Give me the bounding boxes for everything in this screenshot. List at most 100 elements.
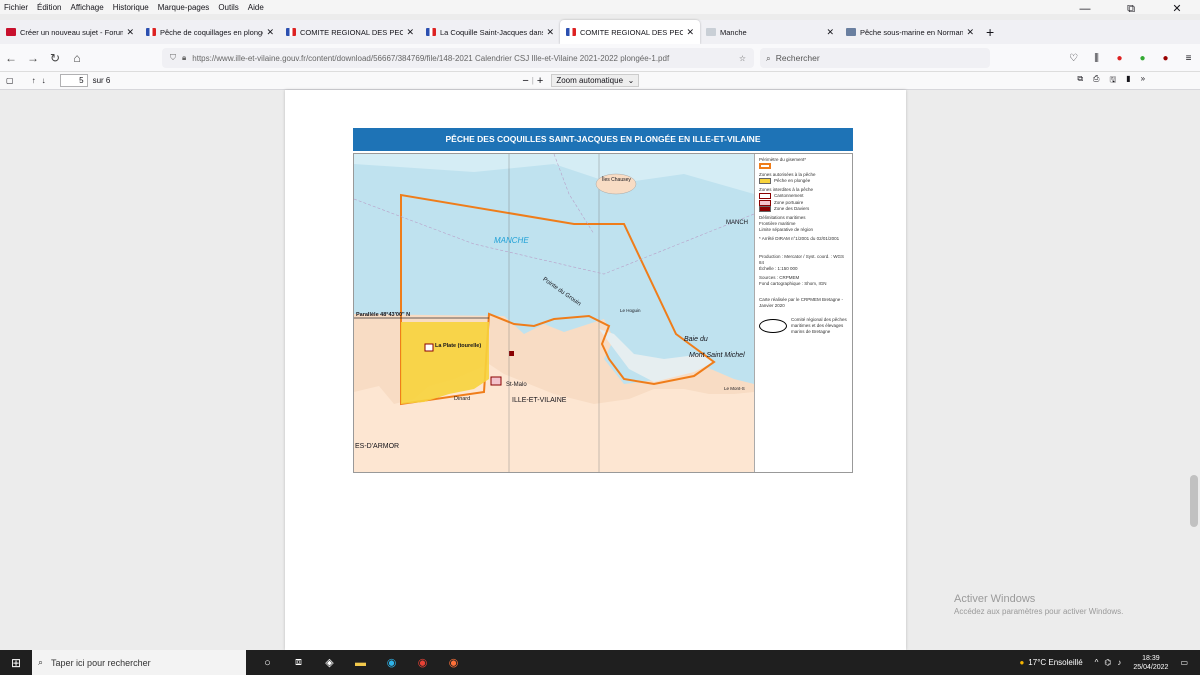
previous-page-icon[interactable]: ↑ <box>32 76 36 85</box>
minimize-button[interactable]: — <box>1062 0 1108 20</box>
presentation-icon[interactable]: ⧉ <box>1077 74 1083 88</box>
app-icon[interactable]: ◈ <box>314 656 345 669</box>
page-number-input[interactable]: 5 <box>59 74 88 87</box>
menu-affichage[interactable]: Affichage <box>70 3 103 12</box>
menu-fichier[interactable]: Fichier <box>4 3 28 12</box>
network-icon[interactable]: ⌬ <box>1104 658 1111 667</box>
reload-icon[interactable]: ↻ <box>44 51 66 65</box>
shield-icon[interactable]: ⛉ <box>170 53 176 63</box>
tab-label: Créer un nouveau sujet - Forum <box>20 27 124 37</box>
edge-icon[interactable]: ◉ <box>376 656 407 669</box>
sidebar-toggle-icon[interactable]: ▢ <box>6 76 14 85</box>
close-tab-icon[interactable]: ✕ <box>406 27 414 38</box>
tab-label: COMITE REGIONAL DES PECHES <box>580 27 684 37</box>
taskbar-search-input[interactable]: ⌕ Taper ici pour rechercher <box>32 650 246 675</box>
windows-start-icon[interactable]: ⊞ <box>0 656 32 670</box>
weather-icon[interactable]: ● <box>1019 658 1024 667</box>
tab-5-active[interactable]: COMITE REGIONAL DES PECHES✕ <box>560 20 700 44</box>
close-tab-icon[interactable]: ✕ <box>826 27 834 38</box>
page-total: sur 6 <box>92 76 111 85</box>
weather-text[interactable]: 17°C Ensoleillé <box>1028 658 1082 667</box>
legend-peche-plongee: Pêche en plongée <box>774 178 811 184</box>
task-view-icon[interactable]: ⧈ <box>283 656 314 669</box>
label-baie: Baie du <box>684 336 708 343</box>
forward-icon[interactable]: → <box>22 51 44 65</box>
tray-chevron-icon[interactable]: ^ <box>1095 658 1099 667</box>
tab-label: Pêche de coquillages en plongée <box>160 27 264 37</box>
legend-swatch-daviers <box>759 205 771 212</box>
zoom-in-icon[interactable]: + <box>537 75 543 87</box>
tab-1[interactable]: Créer un nouveau sujet - Forum ✕ <box>0 20 140 44</box>
legend-carte: Carte réalisée par le CRPMEM Bretagne - … <box>759 296 844 308</box>
back-icon[interactable]: ← <box>0 51 22 65</box>
pdf-page: PÊCHE DES COQUILLES SAINT-JACQUES EN PLO… <box>285 90 906 650</box>
menu-marque-pages[interactable]: Marque-pages <box>158 3 210 12</box>
print-icon[interactable]: ⎙ <box>1093 74 1099 88</box>
sea-chart-svg <box>354 154 754 472</box>
close-tab-icon[interactable]: ✕ <box>126 27 134 38</box>
menu-outils[interactable]: Outils <box>218 3 238 12</box>
menu-historique[interactable]: Historique <box>113 3 149 12</box>
new-tab-button[interactable]: + <box>986 24 994 40</box>
tab-2[interactable]: Pêche de coquillages en plongée ✕ <box>140 20 280 44</box>
tab-6[interactable]: Manche ✕ <box>700 20 840 44</box>
save-icon[interactable]: 🖫︎ <box>1109 74 1116 88</box>
legend-perimetre: Périmètre du gisement* <box>759 157 807 162</box>
tab-4[interactable]: La Coquille Saint-Jacques dans ✕ <box>420 20 560 44</box>
more-tools-icon[interactable]: » <box>1141 74 1145 88</box>
zoom-select[interactable]: Zoom automatique ⌄ <box>551 74 640 87</box>
tab-7[interactable]: Pêche sous-marine en Normandie ✕ <box>840 20 980 44</box>
close-tab-icon[interactable]: ✕ <box>686 27 694 38</box>
tab-3[interactable]: COMITE REGIONAL DES PECHES✕ <box>280 20 420 44</box>
next-page-icon[interactable]: ↓ <box>42 76 46 85</box>
restore-button[interactable]: ⧉ <box>1108 0 1154 20</box>
volume-icon[interactable]: ♪ <box>1117 658 1121 667</box>
label-st-malo: St-Malo <box>506 382 527 388</box>
flag-favicon <box>146 28 156 36</box>
chrome-icon[interactable]: ◉ <box>407 656 438 669</box>
menu-bar: Fichier Édition Affichage Historique Mar… <box>0 0 1200 14</box>
map-legend: Périmètre du gisement* Zones autorisées … <box>754 154 852 472</box>
zoom-out-icon[interactable]: − <box>522 75 528 87</box>
hamburger-menu-icon[interactable]: ≡ <box>1177 53 1200 64</box>
cortana-icon[interactable]: ○ <box>252 657 283 669</box>
home-icon[interactable]: ⌂ <box>66 51 88 65</box>
legend-zones-int: Zones interdites à la pêche <box>759 187 814 193</box>
notification-icon[interactable]: ▭ <box>1180 658 1188 667</box>
file-explorer-icon[interactable]: ▬ <box>345 657 376 669</box>
close-tab-icon[interactable]: ✕ <box>546 27 554 38</box>
label-ille-et-vilaine: ILLE-ET-VILAINE <box>512 397 567 404</box>
taskbar-apps: ○ ⧈ ◈ ▬ ◉ ◉ ◉ <box>252 650 469 675</box>
pdf-viewer[interactable]: PÊCHE DES COQUILLES SAINT-JACQUES EN PLO… <box>0 90 1200 650</box>
label-manche: MANCHE <box>494 236 529 245</box>
extension-green-icon[interactable]: ● <box>1131 53 1154 64</box>
extension-red-icon[interactable]: ● <box>1108 53 1131 64</box>
scrollbar-thumb[interactable] <box>1190 475 1198 527</box>
legend-cantonnement: Cantonnement <box>774 193 804 199</box>
clock[interactable]: 18:39 25/04/2022 <box>1133 654 1168 672</box>
search-input[interactable]: ⌕ Rechercher <box>760 48 990 68</box>
label-dinard: Dinard <box>454 396 471 402</box>
menu-aide[interactable]: Aide <box>248 3 264 12</box>
pocket-icon[interactable]: ♡ <box>1062 53 1085 64</box>
label-manche-east: MANCH <box>726 220 748 226</box>
tab-favicon <box>6 28 16 36</box>
url-bar[interactable]: ⛉ 🔒︎ https://www.ille-et-vilaine.gouv.fr/… <box>162 48 754 68</box>
taskbar: ⊞ ⌕ Taper ici pour rechercher ○ ⧈ ◈ ▬ ◉ … <box>0 650 1200 675</box>
label-hoguin: Le Hoguin <box>620 308 641 313</box>
vertical-scrollbar[interactable] <box>1188 90 1200 650</box>
bookmark-star-icon[interactable]: ☆ <box>739 54 746 63</box>
legend-fond: Fond cartographique : Shom, IGN <box>759 280 827 286</box>
ublock-icon[interactable]: ● <box>1154 53 1177 64</box>
close-tab-icon[interactable]: ✕ <box>966 27 974 38</box>
clock-time: 18:39 <box>1142 654 1160 662</box>
firefox-icon[interactable]: ◉ <box>438 656 469 669</box>
label-chausey: Îles Chausey <box>602 177 631 183</box>
menu-edition[interactable]: Édition <box>37 3 61 12</box>
speaker-favicon <box>706 28 716 36</box>
bookmark-icon[interactable]: ▮ <box>1126 74 1130 88</box>
library-icon[interactable]: ⫼ <box>1085 53 1108 64</box>
close-window-button[interactable]: ✕ <box>1154 0 1200 20</box>
lock-icon[interactable]: 🔒︎ <box>182 53 186 63</box>
close-tab-icon[interactable]: ✕ <box>266 27 274 38</box>
